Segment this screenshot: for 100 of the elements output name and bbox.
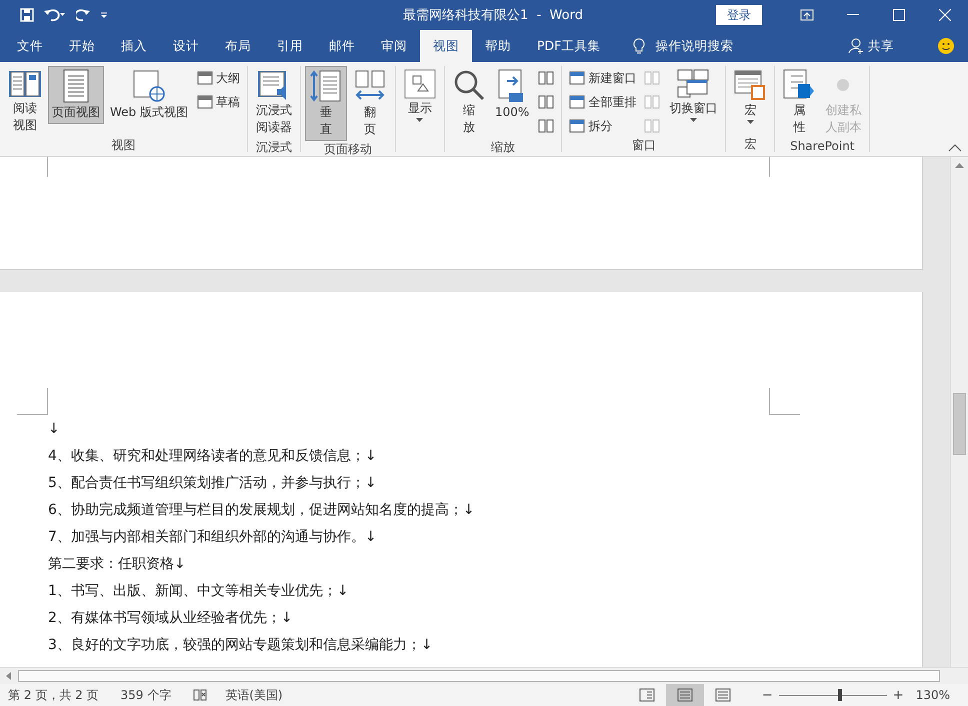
customize-caret-icon[interactable] bbox=[100, 11, 108, 19]
collapse-ribbon-button[interactable] bbox=[948, 144, 962, 154]
ribbon-tab[interactable]: PDF工具集 bbox=[524, 30, 614, 62]
ribbon-button[interactable]: 页面视图 bbox=[48, 66, 104, 124]
properties-icon bbox=[783, 69, 816, 101]
layout-icon bbox=[538, 95, 554, 109]
ribbon-tab[interactable]: 帮助 bbox=[472, 30, 524, 62]
ribbon-small-button[interactable]: 全部重排 bbox=[566, 91, 640, 113]
paragraph: 2、有媒体书写领域从业经验者优先；↓ bbox=[48, 609, 294, 628]
group-label: 宏 bbox=[744, 136, 756, 152]
ribbon-tab[interactable]: 文件 bbox=[4, 30, 56, 62]
group-label: 缩放 bbox=[491, 139, 516, 155]
person-add-icon bbox=[848, 38, 864, 54]
scroll-left-icon[interactable] bbox=[6, 672, 11, 680]
macro-icon bbox=[734, 69, 766, 101]
zoom-out-button[interactable]: − bbox=[756, 688, 779, 702]
window-icon bbox=[569, 119, 586, 133]
paragraph: 5、配合责任书写组织策划推广活动，并参与执行；↓ bbox=[48, 474, 378, 493]
ribbon-tab[interactable]: 邮件 bbox=[316, 30, 368, 62]
undo-icon[interactable] bbox=[44, 8, 66, 22]
vertical-scroll-icon bbox=[308, 69, 343, 103]
sign-in-button[interactable]: 登录 bbox=[716, 5, 762, 25]
paragraph: 3、良好的文字功底，较强的网站专题策划和信息采编能力；↓ bbox=[48, 636, 434, 655]
window-title: 最需网络科技有限公1 - Word bbox=[402, 7, 584, 24]
page-count[interactable]: 第 2 页，共 2 页 bbox=[8, 686, 99, 704]
ribbon-display-icon bbox=[800, 9, 814, 21]
group-label: 沉浸式 bbox=[256, 139, 292, 155]
ribbon-small-button[interactable]: 拆分 bbox=[566, 115, 640, 137]
language[interactable]: 英语(美国) bbox=[225, 686, 283, 704]
redo-icon[interactable] bbox=[76, 8, 90, 22]
zoom-level[interactable]: 130% bbox=[916, 688, 950, 702]
ribbon-tab[interactable]: 开始 bbox=[56, 30, 108, 62]
ribbon-button[interactable]: 缩 放 bbox=[448, 66, 489, 139]
view-mode-icon bbox=[638, 688, 655, 702]
ribbon-tab[interactable]: 审阅 bbox=[368, 30, 420, 62]
paragraph: 1、书写、出版、新闻、中文等相关专业优先；↓ bbox=[48, 582, 350, 601]
scroll-up-icon[interactable] bbox=[955, 163, 964, 168]
ribbon-button[interactable]: Web 版式视图 bbox=[106, 66, 192, 124]
dot-icon bbox=[836, 78, 850, 92]
ribbon-small-button[interactable]: 新建窗口 bbox=[566, 67, 640, 89]
ribbon-button[interactable]: 阅读 视图 bbox=[4, 66, 46, 137]
paragraph: 4、收集、研究和处理网络读者的意见和反馈信息；↓ bbox=[48, 447, 378, 466]
paragraph: 6、协助完成频道管理与栏目的发展规划，促进网站知名度的提高；↓ bbox=[48, 501, 476, 520]
ribbon-button[interactable]: 切换窗口 bbox=[665, 66, 722, 126]
show-icon bbox=[404, 69, 436, 99]
zoom-slider-thumb[interactable] bbox=[838, 689, 842, 701]
view-mode-icon bbox=[714, 688, 731, 702]
save-icon[interactable] bbox=[20, 8, 34, 22]
ribbon-tab[interactable]: 引用 bbox=[264, 30, 316, 62]
word-count[interactable]: 359 个字 bbox=[120, 686, 172, 704]
scroll-thumb[interactable] bbox=[953, 393, 966, 455]
layout-icon bbox=[644, 71, 660, 85]
share-button[interactable]: 共享 bbox=[844, 30, 898, 62]
ribbon-button[interactable]: 属 性 bbox=[779, 66, 820, 139]
web-page-icon bbox=[132, 69, 166, 103]
zoom-in-button[interactable]: + bbox=[886, 688, 910, 702]
ribbon-button[interactable]: 宏 bbox=[730, 66, 770, 128]
close-icon bbox=[939, 9, 951, 21]
book-icon bbox=[8, 69, 42, 99]
window-icon bbox=[569, 95, 586, 109]
layout-icon bbox=[644, 95, 660, 109]
page-icon bbox=[62, 69, 90, 103]
ribbon-small-button[interactable]: 草稿 bbox=[194, 91, 243, 113]
paragraph: 7、加强与内部相关部门和组织外部的沟通与协作。↓ bbox=[48, 528, 378, 547]
ribbon-small-button[interactable]: 大纲 bbox=[194, 67, 243, 89]
view-mode-icon bbox=[676, 688, 693, 702]
ribbon-button[interactable]: 显示 bbox=[400, 66, 440, 126]
ribbon-button[interactable]: 沉浸式 阅读器 bbox=[252, 66, 296, 139]
horizontal-scrollbar[interactable] bbox=[0, 667, 968, 684]
window-icon bbox=[196, 95, 213, 109]
tell-me-search[interactable]: 操作说明搜索 bbox=[627, 30, 740, 62]
lightbulb-icon bbox=[633, 38, 646, 54]
layout-icon bbox=[538, 119, 554, 133]
ribbon-tab[interactable]: 设计 bbox=[160, 30, 212, 62]
window-icon bbox=[196, 71, 213, 85]
ribbon-tab[interactable]: 插入 bbox=[108, 30, 160, 62]
paragraph: 第二要求：任职资格↓ bbox=[48, 555, 187, 574]
layout-icon bbox=[538, 71, 554, 85]
ribbon-tab[interactable]: 视图 bbox=[420, 30, 472, 62]
ribbon-tab[interactable]: 布局 bbox=[212, 30, 264, 62]
ribbon-button[interactable]: 100% bbox=[490, 66, 534, 124]
view-mode-button[interactable] bbox=[666, 684, 704, 706]
vertical-scrollbar[interactable] bbox=[950, 157, 968, 668]
caret-icon bbox=[416, 118, 424, 122]
window-icon bbox=[569, 71, 586, 85]
group-label: 窗口 bbox=[632, 137, 656, 153]
maximize-icon bbox=[893, 9, 905, 21]
minimize-icon bbox=[847, 14, 859, 16]
layout-icon bbox=[644, 119, 660, 133]
smiley-icon[interactable] bbox=[938, 38, 954, 54]
scroll-thumb[interactable] bbox=[18, 670, 940, 682]
group-label: SharePoint bbox=[790, 139, 855, 153]
proofing-icon[interactable] bbox=[193, 688, 208, 702]
magnifier-icon bbox=[452, 69, 485, 101]
group-label: 页面移动 bbox=[324, 141, 372, 157]
ribbon-button[interactable]: 垂 直 bbox=[304, 66, 347, 141]
caret-icon bbox=[746, 120, 754, 124]
paragraph: ↓ bbox=[48, 420, 61, 439]
group-label: 视图 bbox=[111, 137, 136, 153]
ribbon-button[interactable]: 翻 页 bbox=[348, 66, 391, 141]
